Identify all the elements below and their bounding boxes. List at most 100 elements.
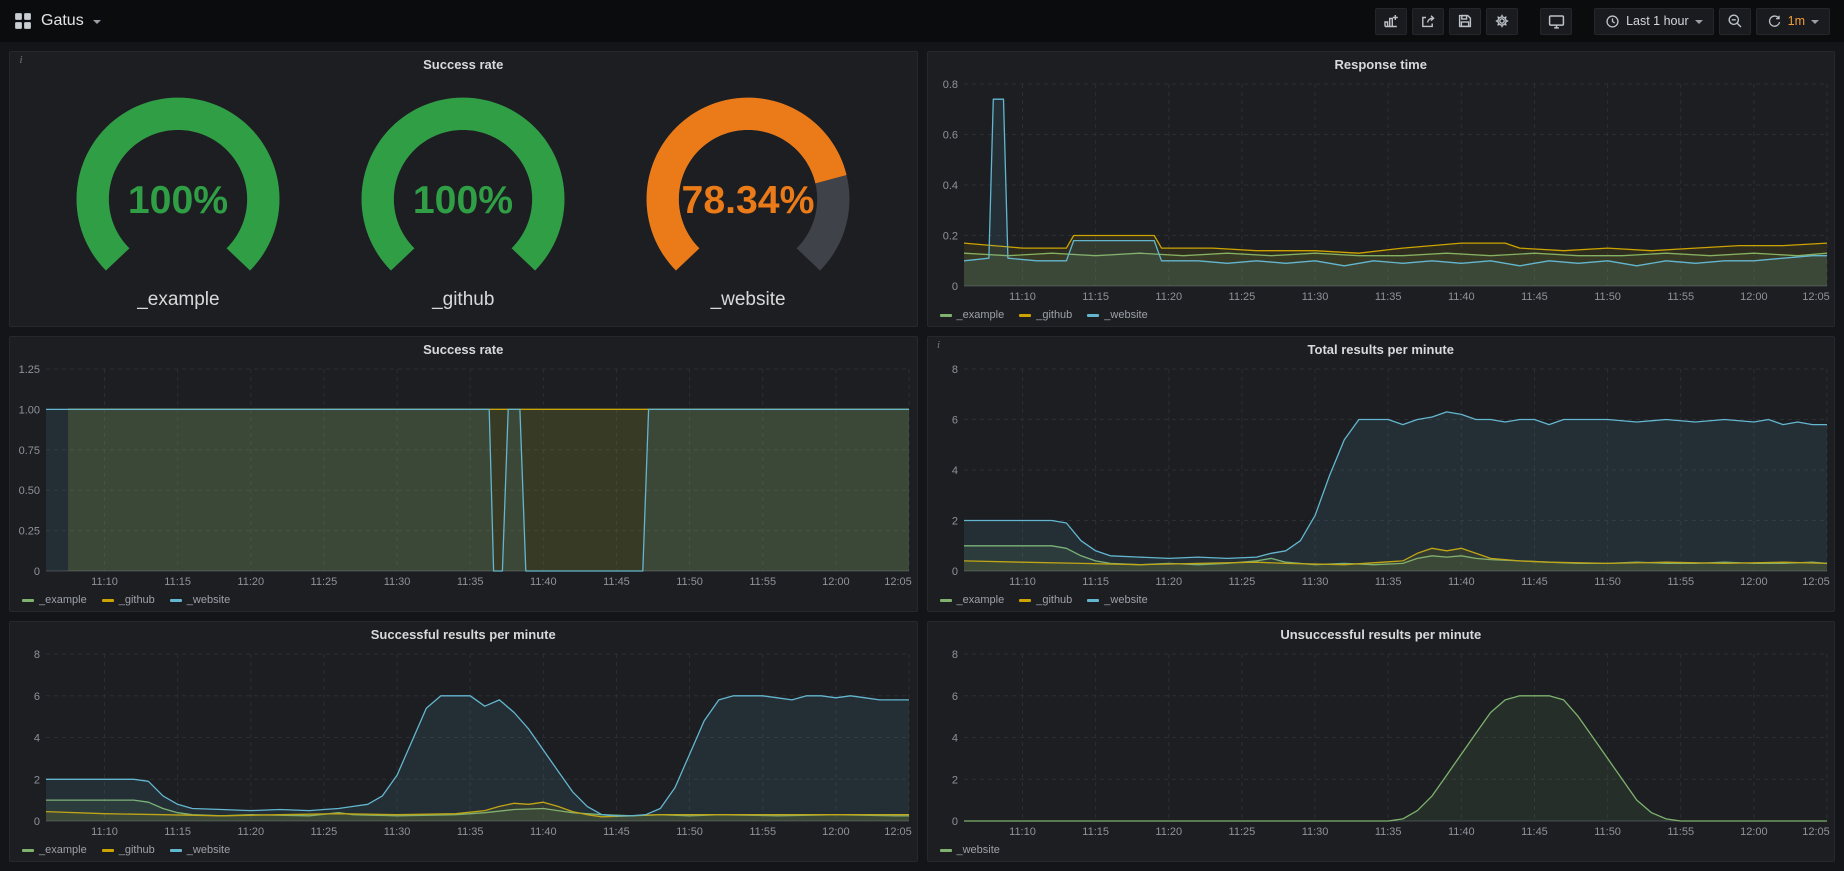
successful-results-chart[interactable]: 0246811:1011:1511:2011:2511:3011:3511:40… [10, 648, 917, 839]
legend-item-website[interactable]: _website [1087, 309, 1147, 321]
legend-series-swatch [170, 849, 182, 852]
panel-successful-results: Successful results per minute 0246811:10… [9, 621, 918, 862]
refresh-interval-label: 1m [1788, 14, 1805, 28]
svg-text:11:50: 11:50 [676, 826, 703, 838]
legend-series-name: _website [1104, 594, 1147, 606]
add-panel-button[interactable] [1375, 8, 1407, 35]
cycle-view-button[interactable] [1540, 8, 1572, 35]
legend-series-name: _website [187, 594, 230, 606]
svg-text:100%: 100% [413, 179, 513, 222]
gauge-website: 78.34% _website [621, 93, 875, 311]
svg-text:11:20: 11:20 [1155, 291, 1182, 303]
refresh-icon [1767, 14, 1782, 29]
svg-text:11:45: 11:45 [603, 576, 630, 588]
gauge-arc: 78.34% [621, 93, 875, 289]
svg-text:11:20: 11:20 [237, 576, 264, 588]
legend-item-website[interactable]: _website [170, 594, 230, 606]
svg-text:2: 2 [951, 774, 957, 786]
svg-text:11:55: 11:55 [1667, 291, 1694, 303]
svg-text:0.6: 0.6 [942, 130, 957, 142]
svg-text:4: 4 [951, 733, 957, 745]
legend-item-example[interactable]: _example [940, 309, 1005, 321]
clock-icon [1605, 14, 1620, 29]
svg-text:11:35: 11:35 [1374, 576, 1401, 588]
success-rate-chart[interactable]: 00.250.500.751.001.2511:1011:1511:2011:2… [10, 363, 917, 589]
save-dashboard-button[interactable] [1449, 8, 1481, 35]
legend-series-name: _github [119, 594, 155, 606]
svg-text:11:15: 11:15 [1082, 576, 1109, 588]
unsuccessful-results-chart[interactable]: 0246811:1011:1511:2011:2511:3011:3511:40… [928, 648, 1835, 839]
svg-text:0.25: 0.25 [19, 526, 40, 538]
legend-series-name: _website [187, 844, 230, 856]
legend-item-example[interactable]: _example [940, 594, 1005, 606]
svg-text:0.75: 0.75 [19, 445, 40, 457]
legend-series-name: _website [1104, 309, 1147, 321]
svg-text:11:25: 11:25 [1228, 826, 1255, 838]
svg-text:0: 0 [951, 816, 957, 828]
legend-series-swatch [102, 599, 114, 602]
panel-unsuccessful-results: Unsuccessful results per minute 0246811:… [927, 621, 1836, 862]
panel-title[interactable]: Success rate [10, 337, 917, 363]
refresh-button[interactable]: 1m [1756, 8, 1830, 35]
svg-text:11:25: 11:25 [311, 576, 338, 588]
svg-text:11:20: 11:20 [1155, 576, 1182, 588]
svg-text:12:05: 12:05 [884, 576, 912, 588]
legend-series-swatch [940, 849, 952, 852]
svg-text:11:15: 11:15 [1082, 291, 1109, 303]
dashboard-picker[interactable]: Gatus [14, 12, 101, 30]
svg-text:11:10: 11:10 [1009, 576, 1036, 588]
legend-item-github[interactable]: _github [1019, 309, 1072, 321]
legend-series-name: _example [957, 309, 1005, 321]
svg-text:11:20: 11:20 [1155, 826, 1182, 838]
svg-text:11:55: 11:55 [749, 826, 776, 838]
gauge-arc: 100% [336, 93, 590, 289]
svg-text:0.2: 0.2 [942, 231, 957, 243]
svg-text:11:50: 11:50 [1594, 291, 1621, 303]
gauge-label: _website [711, 289, 786, 311]
svg-text:6: 6 [34, 691, 40, 703]
dashboard-settings-button[interactable] [1486, 8, 1518, 35]
svg-text:0: 0 [34, 566, 40, 578]
svg-text:8: 8 [951, 649, 957, 661]
apps-grid-icon [14, 12, 32, 30]
svg-text:11:55: 11:55 [1667, 576, 1694, 588]
svg-text:11:35: 11:35 [457, 576, 484, 588]
panel-success-rate-graph: Success rate 00.250.500.751.001.2511:101… [9, 336, 918, 612]
panel-response-time: Response time 00.20.40.60.811:1011:1511:… [927, 51, 1836, 327]
svg-text:11:50: 11:50 [1594, 576, 1621, 588]
legend-item-github[interactable]: _github [102, 844, 155, 856]
legend-item-website[interactable]: _website [1087, 594, 1147, 606]
legend-item-example[interactable]: _example [22, 844, 87, 856]
svg-text:12:00: 12:00 [1740, 576, 1768, 588]
panel-title[interactable]: Response time [928, 52, 1835, 78]
svg-text:11:10: 11:10 [91, 826, 118, 838]
svg-text:11:30: 11:30 [384, 826, 411, 838]
response-time-chart[interactable]: 00.20.40.60.811:1011:1511:2011:2511:3011… [928, 78, 1835, 304]
share-dashboard-button[interactable] [1412, 8, 1444, 35]
gauge-github: 100% _github [336, 93, 590, 311]
panel-total-results: i Total results per minute 0246811:1011:… [927, 336, 1836, 612]
panel-info-icon[interactable]: i [14, 54, 28, 68]
legend-series-swatch [22, 599, 34, 602]
svg-text:11:10: 11:10 [1009, 826, 1036, 838]
time-range-picker-button[interactable]: Last 1 hour [1594, 8, 1714, 35]
panel-title[interactable]: Total results per minute [928, 337, 1835, 363]
svg-text:12:05: 12:05 [1802, 826, 1830, 838]
panel-title[interactable]: Successful results per minute [10, 622, 917, 648]
legend-item-website[interactable]: _website [940, 844, 1000, 856]
svg-text:0.8: 0.8 [942, 79, 957, 91]
legend-item-website[interactable]: _website [170, 844, 230, 856]
legend-item-github[interactable]: _github [1019, 594, 1072, 606]
zoom-out-button[interactable] [1719, 8, 1751, 35]
panel-title[interactable]: Success rate [10, 52, 917, 78]
svg-text:11:15: 11:15 [164, 576, 191, 588]
legend-item-example[interactable]: _example [22, 594, 87, 606]
svg-text:12:00: 12:00 [1740, 826, 1768, 838]
svg-text:0: 0 [34, 816, 40, 828]
legend-item-github[interactable]: _github [102, 594, 155, 606]
panel-title[interactable]: Unsuccessful results per minute [928, 622, 1835, 648]
legend-series-swatch [170, 599, 182, 602]
panel-info-icon[interactable]: i [932, 339, 946, 353]
svg-text:11:45: 11:45 [1521, 576, 1548, 588]
total-results-chart[interactable]: 0246811:1011:1511:2011:2511:3011:3511:40… [928, 363, 1835, 589]
